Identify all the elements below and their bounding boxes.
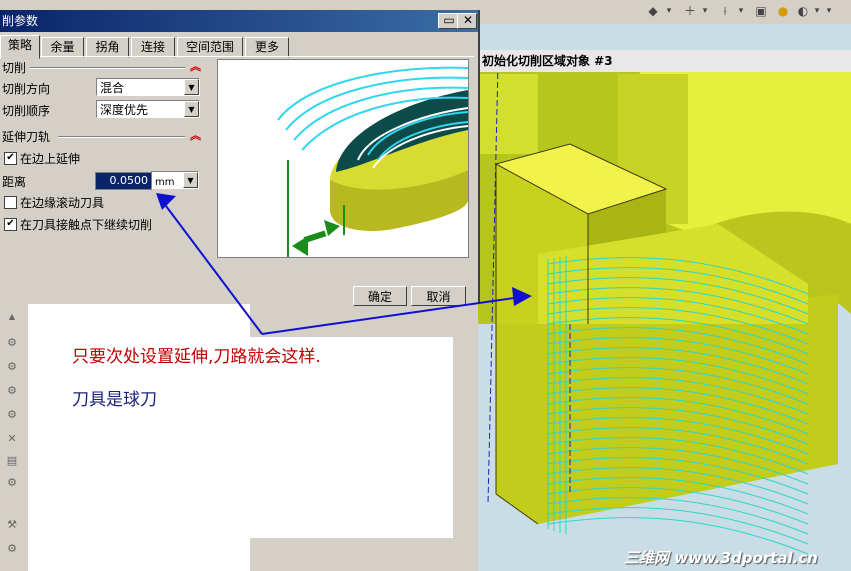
distance-label: 距离: [2, 175, 27, 189]
option-preview-image: [217, 59, 469, 258]
cut-parameters-dialog: 削参数 ▭ ✕ 策略 余量 拐角 连接 空间范围 更多 切削 ︽ 切削方向 混合…: [0, 10, 480, 306]
part-model-render: [478, 24, 851, 571]
watermark: 三维网 www.3dportal.cn: [624, 549, 818, 567]
chevron-down-icon[interactable]: ▼: [183, 172, 198, 188]
annotation-line-2: 刀具是球刀: [72, 390, 157, 410]
tab-label: 余量: [50, 40, 75, 54]
continue-cut-checkbox[interactable]: ✔: [4, 218, 17, 231]
operation-icon[interactable]: ⚙: [4, 542, 20, 556]
cut-direction-label: 切削方向: [2, 82, 51, 96]
collapse-chevron-icon[interactable]: ︽: [190, 127, 201, 143]
cancel-label: 取消: [426, 290, 451, 304]
graphics-viewport[interactable]: [478, 24, 851, 571]
tab-label: 空间范围: [185, 40, 234, 54]
close-icon[interactable]: ✕: [457, 13, 477, 29]
distance-unit-value: mm: [155, 177, 175, 188]
resource-bar: ▲ ⚙ ⚙ ⚙ ⚙ ✕ ▤ ⚙ ⚒ ⚙: [0, 304, 29, 571]
help-icon[interactable]: ▭: [438, 13, 458, 29]
group-cut-label: 切削: [2, 61, 27, 75]
dropdown-icon[interactable]: ▾: [664, 3, 674, 19]
continue-cut-label: 在刀具接触点下继续切削: [20, 218, 153, 232]
operation-icon[interactable]: ⚙: [4, 384, 20, 398]
distance-value: 0.0500: [109, 174, 149, 187]
cut-order-select[interactable]: 深度优先 ▼: [96, 100, 200, 118]
operation-icon[interactable]: ⚙: [4, 476, 20, 490]
dropdown-icon[interactable]: ▾: [824, 3, 834, 19]
crosshair-icon[interactable]: ＋: [683, 3, 697, 19]
collapse-chevron-icon[interactable]: ︽: [190, 58, 201, 74]
tab-corners[interactable]: 拐角: [86, 37, 129, 58]
layer-icon[interactable]: ▣: [754, 3, 768, 19]
tab-containment[interactable]: 空间范围: [177, 37, 243, 58]
chevron-down-icon[interactable]: ▼: [184, 101, 199, 117]
tab-label: 拐角: [95, 40, 120, 54]
dialog-title: 削参数: [2, 14, 39, 28]
operation-icon[interactable]: ⚙: [4, 408, 20, 422]
layer-icon[interactable]: ▤: [4, 454, 20, 468]
ok-label: 确定: [367, 290, 392, 304]
render-style-icon[interactable]: ◆: [646, 3, 660, 19]
graphics-toolbar: ◆ ▾ ＋ ▾ ⟊ ▾ ▣ ● ◐ ▾ ▾: [478, 0, 851, 25]
cut-direction-select[interactable]: 混合 ▼: [96, 78, 200, 96]
annotation-note: 只要次处设置延伸,刀路就会这样. 刀具是球刀: [60, 337, 453, 538]
dropdown-icon[interactable]: ▾: [812, 3, 822, 19]
tab-label: 连接: [140, 40, 165, 54]
operation-icon[interactable]: ⚙: [4, 360, 20, 374]
tab-strategy[interactable]: 策略: [0, 35, 40, 59]
view-icon[interactable]: ⟊: [716, 3, 734, 19]
tab-label: 策略: [7, 38, 32, 52]
divider: [30, 67, 185, 69]
extend-illustration: [218, 60, 468, 257]
divider: [58, 136, 185, 138]
viewport-header-text: 初始化切削区域对象 #3: [482, 54, 613, 68]
extend-at-edge-label: 在边上延伸: [20, 152, 81, 166]
distance-input[interactable]: 0.0500: [95, 172, 152, 190]
dropdown-icon[interactable]: ▾: [700, 3, 710, 19]
cut-order-label: 切削顺序: [2, 104, 51, 118]
shade-icon[interactable]: ●: [776, 3, 790, 19]
viewport-header: 初始化切削区域对象 #3: [478, 50, 851, 72]
tab-connections[interactable]: 连接: [131, 37, 175, 58]
tool-icon[interactable]: ⚒: [4, 518, 20, 532]
distance-unit-select[interactable]: mm ▼: [151, 171, 199, 189]
tab-more[interactable]: 更多: [245, 37, 289, 58]
delete-icon[interactable]: ✕: [4, 432, 20, 446]
cut-order-value: 深度优先: [100, 103, 149, 117]
tab-label: 更多: [254, 40, 279, 54]
cancel-button[interactable]: 取消: [411, 286, 466, 306]
light-icon[interactable]: ◐: [796, 3, 810, 19]
cut-direction-value: 混合: [100, 81, 125, 95]
chevron-down-icon[interactable]: ▼: [184, 79, 199, 95]
roll-tool-label: 在边缘滚动刀具: [20, 196, 105, 210]
tab-stock[interactable]: 余量: [41, 37, 84, 58]
group-extend-label: 延伸刀轨: [2, 130, 51, 144]
ok-button[interactable]: 确定: [353, 286, 407, 306]
dropdown-icon[interactable]: ▾: [736, 3, 746, 19]
annotation-line-1: 只要次处设置延伸,刀路就会这样.: [72, 347, 321, 367]
roll-tool-checkbox[interactable]: [4, 196, 17, 209]
dialog-titlebar[interactable]: 削参数 ▭ ✕: [0, 10, 478, 32]
operation-icon[interactable]: ⚙: [4, 336, 20, 350]
scroll-up-icon[interactable]: ▲: [4, 310, 20, 324]
extend-at-edge-checkbox[interactable]: ✔: [4, 152, 17, 165]
